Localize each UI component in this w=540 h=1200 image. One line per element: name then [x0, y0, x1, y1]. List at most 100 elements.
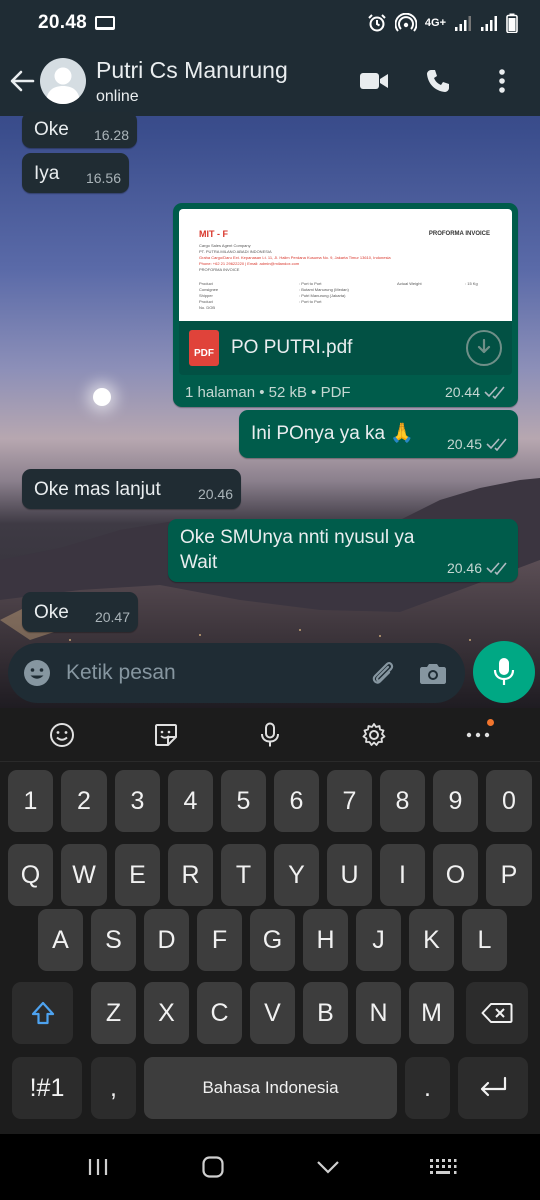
system-nav-bar [0, 1134, 540, 1200]
key-0[interactable]: 0 [486, 770, 532, 832]
key-m[interactable]: M [409, 982, 454, 1044]
key-x[interactable]: X [144, 982, 189, 1044]
message-incoming[interactable]: Oke 20.47 [22, 592, 138, 632]
key-t[interactable]: T [221, 844, 266, 906]
recent-apps-icon [88, 1159, 107, 1175]
key-8[interactable]: 8 [380, 770, 425, 832]
key-1[interactable]: 1 [8, 770, 53, 832]
key-o[interactable]: O [433, 844, 478, 906]
key-k[interactable]: K [409, 909, 454, 971]
gear-icon [362, 722, 386, 746]
key-s[interactable]: S [91, 909, 136, 971]
kb-voice-input-button[interactable] [248, 713, 292, 757]
camera-button[interactable] [415, 655, 451, 691]
enter-key[interactable] [458, 1057, 528, 1119]
key-b[interactable]: B [303, 982, 348, 1044]
space-key[interactable]: Bahasa Indonesia [144, 1057, 397, 1119]
hide-keyboard-button[interactable] [298, 1142, 358, 1192]
kb-emoji-button[interactable] [40, 713, 84, 757]
doc-title: PROFORMA INVOICE [428, 231, 490, 237]
message-incoming[interactable]: Oke mas lanjut 20.46 [22, 469, 241, 509]
keyboard-row-numbers: 1 2 3 4 5 6 7 8 9 0 [0, 770, 540, 832]
key-g[interactable]: G [250, 909, 295, 971]
pdf-preview-thumbnail[interactable]: MIT - F PROFORMA INVOICE Cargo Sales Age… [179, 209, 512, 321]
key-w[interactable]: W [61, 844, 107, 906]
message-input[interactable]: Ketik pesan [66, 661, 351, 685]
moon [93, 388, 111, 406]
download-arrow-icon [477, 339, 491, 354]
message-document[interactable]: MIT - F PROFORMA INVOICE Cargo Sales Age… [173, 203, 518, 407]
key-p[interactable]: P [486, 844, 532, 906]
key-7[interactable]: 7 [327, 770, 372, 832]
pdf-file-row[interactable]: PDF PO PUTRI.pdf [179, 321, 512, 375]
key-n[interactable]: N [356, 982, 401, 1044]
key-r[interactable]: R [168, 844, 213, 906]
message-outgoing[interactable]: Oke SMUnya nnti nyusul ya Wait 20.46 [168, 519, 518, 582]
voice-record-button[interactable] [473, 641, 535, 703]
key-h[interactable]: H [303, 909, 348, 971]
key-4[interactable]: 4 [168, 770, 213, 832]
contact-avatar[interactable] [40, 58, 86, 104]
key-u[interactable]: U [327, 844, 372, 906]
pdf-file-icon: PDF [189, 330, 219, 366]
download-button[interactable] [466, 330, 502, 366]
hotspot-icon [394, 13, 417, 32]
home-icon [201, 1156, 224, 1178]
message-time: 20.44 [444, 384, 480, 400]
period-key[interactable]: . [405, 1057, 450, 1119]
keyboard-row-bottom: Z X C V B N M [0, 982, 540, 1044]
key-z[interactable]: Z [91, 982, 136, 1044]
kb-sticker-button[interactable] [144, 713, 188, 757]
keyboard-row-middle: A S D F G H J K L [0, 909, 540, 971]
message-meta: 20.46 [447, 560, 508, 576]
more-options-button[interactable] [482, 61, 522, 101]
key-a[interactable]: A [38, 909, 83, 971]
message-meta: 20.45 [447, 436, 508, 452]
voice-call-button[interactable] [418, 61, 458, 101]
symbols-key[interactable]: !#1 [12, 1057, 82, 1119]
kb-settings-button[interactable] [352, 713, 396, 757]
key-y[interactable]: Y [274, 844, 319, 906]
key-l[interactable]: L [462, 909, 507, 971]
key-v[interactable]: V [250, 982, 295, 1044]
home-button[interactable] [183, 1142, 243, 1192]
key-c[interactable]: C [197, 982, 242, 1044]
message-outgoing[interactable]: Ini POnya ya ka 🙏 20.45 [239, 410, 518, 458]
contact-info[interactable]: Putri Cs Manurung online [96, 57, 288, 106]
key-5[interactable]: 5 [221, 770, 266, 832]
emoji-icon [24, 660, 50, 686]
kb-more-button[interactable] [456, 713, 500, 757]
backspace-icon [481, 1003, 513, 1023]
attach-button[interactable] [365, 655, 401, 691]
keyboard-grid-icon [429, 1159, 456, 1174]
contact-status: online [96, 87, 139, 105]
comma-key[interactable]: , [91, 1057, 136, 1119]
key-9[interactable]: 9 [433, 770, 478, 832]
key-2[interactable]: 2 [61, 770, 107, 832]
chat-header: Putri Cs Manurung online [0, 46, 540, 116]
key-3[interactable]: 3 [115, 770, 160, 832]
doc-line: PROFORMA INVOICE [199, 267, 240, 272]
double-check-icon [484, 386, 505, 399]
key-6[interactable]: 6 [274, 770, 319, 832]
message-time: 20.46 [446, 560, 482, 576]
message-incoming[interactable]: Iya 16.56 [22, 153, 129, 193]
keyboard-switch-button[interactable] [413, 1142, 473, 1192]
back-button[interactable] [4, 56, 40, 106]
key-i[interactable]: I [380, 844, 425, 906]
message-meta: 20.44 [445, 384, 506, 400]
double-check-icon [486, 562, 507, 575]
backspace-key[interactable] [466, 982, 528, 1044]
recent-apps-button[interactable] [68, 1142, 128, 1192]
shift-key[interactable] [12, 982, 73, 1044]
message-incoming[interactable]: Oke 16.28 [22, 112, 137, 148]
video-call-button[interactable] [354, 61, 394, 101]
key-j[interactable]: J [356, 909, 401, 971]
key-q[interactable]: Q [8, 844, 53, 906]
emoji-button[interactable] [22, 658, 52, 688]
key-e[interactable]: E [115, 844, 160, 906]
key-d[interactable]: D [144, 909, 189, 971]
double-check-icon [486, 438, 507, 451]
key-f[interactable]: F [197, 909, 242, 971]
soft-keyboard: 1 2 3 4 5 6 7 8 9 0 Q W E R T Y U I O P … [0, 708, 540, 1134]
